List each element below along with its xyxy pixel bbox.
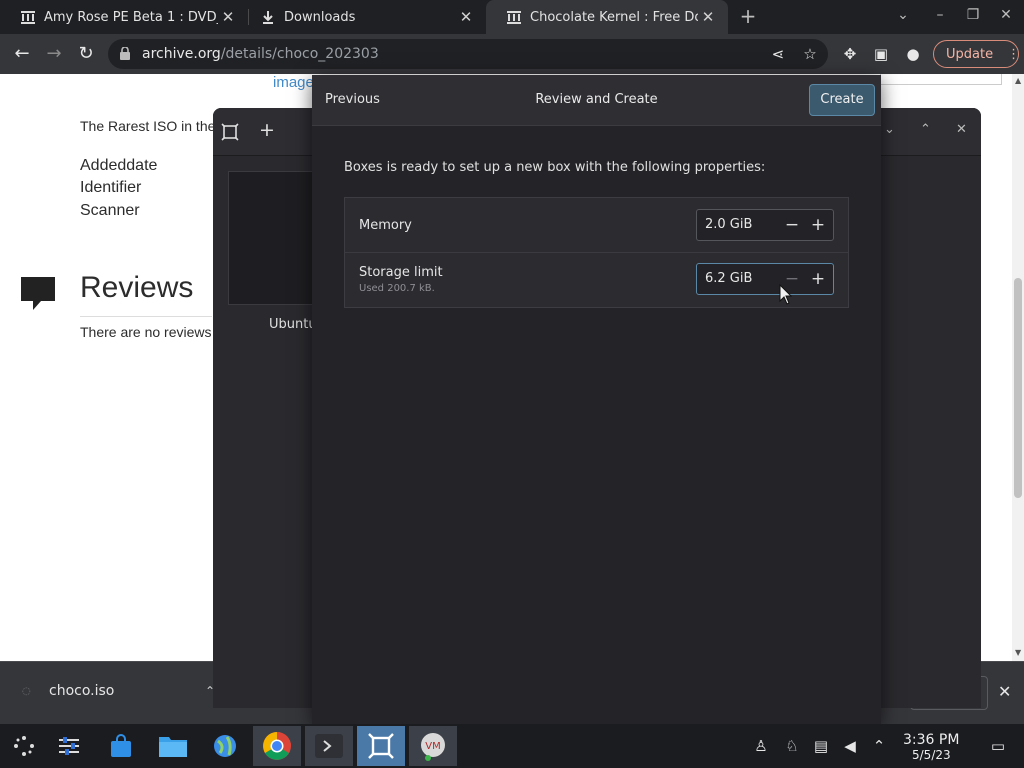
discover-globe-icon[interactable] — [201, 726, 249, 766]
meta-label-scanner: Scanner — [80, 202, 140, 219]
archive-columns-icon — [20, 9, 36, 25]
maximize-icon[interactable]: ❐ — [961, 7, 985, 23]
storage-increase-icon[interactable]: + — [807, 267, 829, 291]
url-path: /details/choco_202303 — [220, 46, 379, 62]
new-tab-icon[interactable]: + — [736, 4, 760, 28]
svg-text:VM: VM — [425, 741, 440, 752]
scroll-down-icon[interactable]: ▼ — [1015, 648, 1021, 657]
show-desktop-icon[interactable]: ▭ — [987, 735, 1009, 757]
store-bag-icon[interactable] — [97, 726, 145, 766]
side-panel-icon[interactable]: ▣ — [869, 42, 893, 66]
memory-spinbutton[interactable]: 2.0 GiB − + — [696, 209, 834, 241]
tab-amy-rose[interactable]: Amy Rose PE Beta 1 : DVD_Pla ✕ — [0, 0, 248, 34]
box-name[interactable]: Ubuntu — [269, 317, 317, 332]
tab-label: Chocolate Kernel : Free Down — [530, 9, 698, 25]
clock-date[interactable]: 5/5/23 — [912, 748, 951, 762]
divider — [80, 316, 212, 317]
mouse-cursor-icon — [779, 283, 793, 310]
update-label: Update — [946, 46, 994, 62]
memory-decrease-icon[interactable]: − — [781, 213, 803, 237]
browser-toolbar: ← → ↻ archive.org/details/choco_202303 ⋖… — [0, 34, 1024, 74]
storage-value[interactable]: 6.2 GiB — [705, 271, 752, 286]
back-icon[interactable]: ← — [10, 42, 34, 66]
dialog-description: Boxes is ready to set up a new box with … — [344, 160, 766, 175]
meta-label-identifier: Identifier — [80, 179, 142, 196]
reviews-heading: Reviews — [80, 271, 194, 304]
close-icon[interactable]: ✕ — [698, 8, 718, 26]
archive-columns-icon — [506, 9, 522, 25]
page-box-edge — [880, 74, 1002, 85]
download-file-name[interactable]: choco.iso — [49, 683, 114, 699]
dialog-title: Review and Create — [535, 92, 658, 107]
download-icon — [260, 9, 276, 25]
page-scrollbar[interactable]: ▲ ▼ — [1012, 74, 1024, 661]
storage-label: Storage limit — [359, 265, 443, 280]
terminal-icon[interactable] — [305, 726, 353, 766]
settings-sliders-icon[interactable] — [45, 726, 93, 766]
memory-increase-icon[interactable]: + — [807, 213, 829, 237]
profile-avatar-icon[interactable]: ● — [901, 42, 925, 66]
storage-used-text: Used 200.7 kB. — [359, 283, 435, 294]
close-icon[interactable]: ✕ — [956, 122, 967, 137]
reload-icon[interactable]: ↻ — [74, 42, 98, 66]
properties-list: Memory 2.0 GiB − + Storage limit Used 20… — [344, 197, 849, 308]
file-manager-folder-icon[interactable] — [149, 726, 197, 766]
extensions-puzzle-icon[interactable]: ✥ — [838, 42, 862, 66]
tray-expand-chevron-icon[interactable]: ⌃ — [868, 735, 890, 757]
virt-manager-icon[interactable]: VM — [409, 726, 457, 766]
meta-label-addeddate: Addeddate — [80, 157, 158, 174]
minimize-icon[interactable]: ⌄ — [884, 122, 895, 137]
boxes-app-icon[interactable] — [221, 123, 239, 145]
user-switch-icon[interactable]: ♘ — [781, 735, 803, 757]
review-create-dialog: Previous Review and Create Create Boxes … — [312, 75, 881, 724]
bookmark-star-icon[interactable]: ☆ — [798, 42, 822, 66]
user-icon[interactable]: ♙ — [750, 735, 772, 757]
tab-label: Downloads — [284, 9, 356, 25]
clock-time[interactable]: 3:36 PM — [903, 732, 959, 748]
menu-dots-icon[interactable]: ⋮ — [1007, 47, 1020, 62]
browser-tab-bar: Amy Rose PE Beta 1 : DVD_Pla ✕ Downloads… — [0, 0, 1024, 34]
maximize-icon[interactable]: ⌃ — [920, 122, 931, 137]
close-icon[interactable]: ✕ — [456, 8, 476, 26]
lock-icon — [120, 45, 134, 64]
chrome-browser-icon[interactable] — [253, 726, 301, 766]
forward-icon[interactable]: → — [42, 42, 66, 66]
row-divider — [345, 252, 848, 253]
item-description: The Rarest ISO in the — [80, 118, 216, 134]
dialog-headerbar: Previous Review and Create Create — [312, 75, 881, 126]
close-shelf-icon[interactable]: ✕ — [998, 682, 1011, 701]
scrollbar-thumb[interactable] — [1014, 278, 1022, 498]
update-button[interactable]: Update ⋮ — [933, 40, 1020, 68]
boxes-taskbar-icon[interactable] — [357, 726, 405, 766]
no-reviews-text: There are no reviews — [80, 324, 212, 340]
tab-label: Amy Rose PE Beta 1 : DVD_Pla — [44, 9, 218, 25]
tab-search-chevron-icon[interactable]: ⌄ — [891, 7, 915, 23]
address-bar[interactable]: archive.org/details/choco_202303 — [108, 39, 828, 69]
tab-downloads[interactable]: Downloads ✕ — [240, 0, 486, 34]
add-box-icon[interactable]: + — [259, 119, 275, 141]
image-link[interactable]: image — [273, 74, 314, 91]
minimize-icon[interactable]: – — [928, 7, 952, 23]
volume-muted-icon[interactable]: ◀︎ — [839, 735, 861, 757]
scroll-up-icon[interactable]: ▲ — [1015, 76, 1021, 85]
tab-chocolate-kernel[interactable]: Chocolate Kernel : Free Down ✕ — [486, 0, 728, 34]
share-icon[interactable]: ⋖ — [766, 42, 790, 66]
launcher-icon[interactable] — [0, 726, 48, 766]
url-domain: archive.org — [142, 46, 221, 62]
close-window-icon[interactable]: ✕ — [994, 7, 1018, 23]
file-spinner-icon: ◌ — [22, 686, 31, 697]
memory-label: Memory — [359, 218, 412, 233]
close-icon[interactable]: ✕ — [218, 8, 238, 26]
clipboard-icon[interactable]: ▤ — [810, 735, 832, 757]
comment-bubble-icon — [21, 277, 55, 315]
memory-value[interactable]: 2.0 GiB — [705, 217, 752, 232]
taskbar: VM ♙ ♘ ▤ ◀︎ ⌃ 3:36 PM 5/5/23 ▭ — [0, 724, 1024, 768]
url-text: archive.org/details/choco_202303 — [142, 46, 379, 62]
create-button[interactable]: Create — [809, 84, 875, 116]
storage-spinbutton[interactable]: 6.2 GiB − + — [696, 263, 834, 295]
